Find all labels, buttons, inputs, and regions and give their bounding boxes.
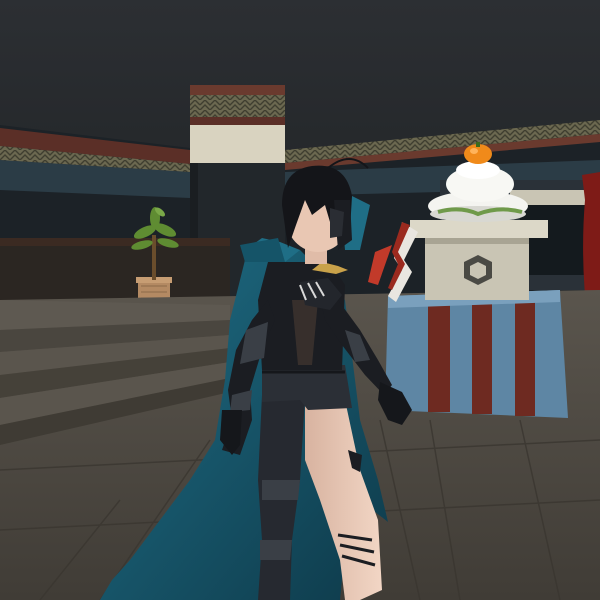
left-stage [0,238,230,305]
right-doorway [520,205,590,275]
game-scene-render [0,0,600,600]
game-viewport[interactable] [0,0,600,600]
